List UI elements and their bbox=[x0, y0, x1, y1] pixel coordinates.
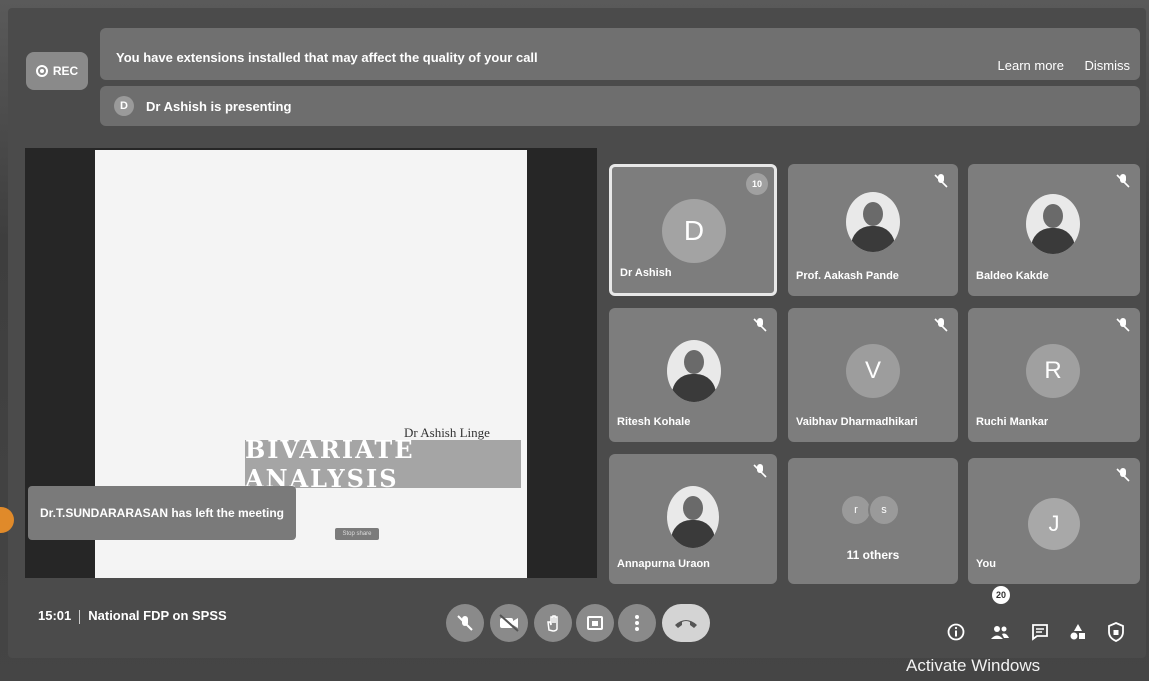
participant-photo bbox=[667, 486, 719, 548]
people-icon bbox=[991, 626, 1009, 639]
camera-off-icon bbox=[499, 614, 519, 632]
others-label: 11 others bbox=[846, 548, 900, 562]
participant-avatar: D bbox=[662, 199, 726, 263]
participant-tile[interactable]: Prof. Aakash Pande bbox=[788, 164, 958, 296]
mic-off-icon bbox=[1116, 174, 1130, 188]
participant-photo bbox=[846, 192, 900, 252]
participant-tile[interactable]: Ritesh Kohale bbox=[609, 308, 777, 442]
participant-tile[interactable]: D 10 Dr Ashish bbox=[609, 164, 777, 296]
mic-off-icon bbox=[1116, 318, 1130, 332]
participant-name: Prof. Aakash Pande bbox=[796, 270, 899, 282]
people-button[interactable] bbox=[990, 622, 1010, 642]
meeting-time: 15:01 bbox=[38, 608, 72, 623]
participant-name: Annapurna Uraon bbox=[617, 558, 710, 570]
record-icon bbox=[35, 65, 48, 77]
presenting-text: Dr Ashish is presenting bbox=[146, 99, 292, 114]
hand-icon bbox=[547, 615, 558, 632]
mic-off-icon bbox=[753, 464, 767, 478]
banner-message: You have extensions installed that may a… bbox=[116, 50, 538, 65]
slide-title: BIVARIATE ANALYSIS bbox=[245, 435, 521, 493]
participant-tile[interactable]: Baldeo Kakde bbox=[968, 164, 1140, 296]
meeting-title: National FDP on SPSS bbox=[88, 608, 227, 623]
end-call-icon bbox=[675, 620, 697, 628]
meeting-details-button[interactable] bbox=[946, 622, 966, 642]
participant-name: Dr Ashish bbox=[620, 267, 672, 279]
recording-label: REC bbox=[52, 64, 79, 78]
participant-name: You bbox=[976, 558, 996, 570]
raise-hand-button[interactable] bbox=[534, 604, 572, 642]
self-tile[interactable]: J You bbox=[968, 458, 1140, 584]
presenter-avatar: D bbox=[114, 96, 134, 116]
present-icon bbox=[587, 616, 603, 630]
participant-name: Vaibhav Dharmadhikari bbox=[796, 416, 918, 428]
mic-off-icon bbox=[934, 174, 948, 188]
extension-warning-banner: You have extensions installed that may a… bbox=[100, 28, 1140, 80]
participant-photo bbox=[667, 340, 721, 402]
meeting-window: REC You have extensions installed that m… bbox=[0, 0, 1149, 681]
activate-windows-watermark: Activate Windows bbox=[906, 656, 1041, 675]
mic-off-icon bbox=[1116, 468, 1130, 482]
slide-stop-share-button: Stop share bbox=[335, 528, 379, 540]
dismiss-button[interactable]: Dismiss bbox=[1085, 58, 1131, 73]
lock-icon bbox=[1108, 622, 1124, 642]
mic-off-icon bbox=[934, 318, 948, 332]
camera-button[interactable] bbox=[490, 604, 528, 642]
people-count-badge: 20 bbox=[992, 586, 1010, 604]
participant-name: Ritesh Kohale bbox=[617, 416, 691, 428]
more-options-button[interactable] bbox=[618, 604, 656, 642]
others-avatar: s bbox=[868, 494, 900, 526]
more-vert-icon bbox=[635, 615, 639, 631]
shapes-icon bbox=[1070, 624, 1085, 640]
speaking-indicator: 10 bbox=[746, 173, 768, 195]
participant-tile[interactable]: Annapurna Uraon bbox=[609, 454, 777, 584]
participant-photo bbox=[1026, 194, 1080, 254]
leave-call-button[interactable] bbox=[662, 604, 710, 642]
mic-off-icon bbox=[753, 318, 767, 332]
activities-button[interactable] bbox=[1068, 622, 1088, 642]
presenting-bar: D Dr Ashish is presenting bbox=[100, 86, 1140, 126]
notification-text: Dr.T.SUNDARARASAN has left the meeting bbox=[39, 506, 285, 520]
divider bbox=[79, 609, 81, 624]
participant-tile[interactable]: R Ruchi Mankar bbox=[968, 308, 1140, 442]
microphone-button[interactable] bbox=[446, 604, 484, 642]
participant-name: Baldeo Kakde bbox=[976, 270, 1049, 282]
participant-name: Ruchi Mankar bbox=[976, 416, 1049, 428]
meeting-info: 15:01 National FDP on SPSS bbox=[38, 608, 227, 624]
present-screen-button[interactable] bbox=[576, 604, 614, 642]
chat-icon bbox=[1032, 624, 1048, 641]
participant-avatar: J bbox=[1028, 498, 1080, 550]
mic-off-icon bbox=[457, 615, 473, 631]
participant-avatar: R bbox=[1026, 344, 1080, 398]
others-tile[interactable]: r s 11 others bbox=[788, 458, 958, 584]
recording-indicator[interactable]: REC bbox=[26, 52, 88, 90]
info-icon bbox=[947, 623, 965, 641]
learn-more-link[interactable]: Learn more bbox=[998, 58, 1064, 73]
participant-avatar: V bbox=[846, 344, 900, 398]
host-controls-button[interactable] bbox=[1106, 622, 1126, 642]
participant-tile[interactable]: V Vaibhav Dharmadhikari bbox=[788, 308, 958, 442]
chat-button[interactable] bbox=[1030, 622, 1050, 642]
left-meeting-notification: Dr.T.SUNDARARASAN has left the meeting bbox=[28, 486, 296, 540]
